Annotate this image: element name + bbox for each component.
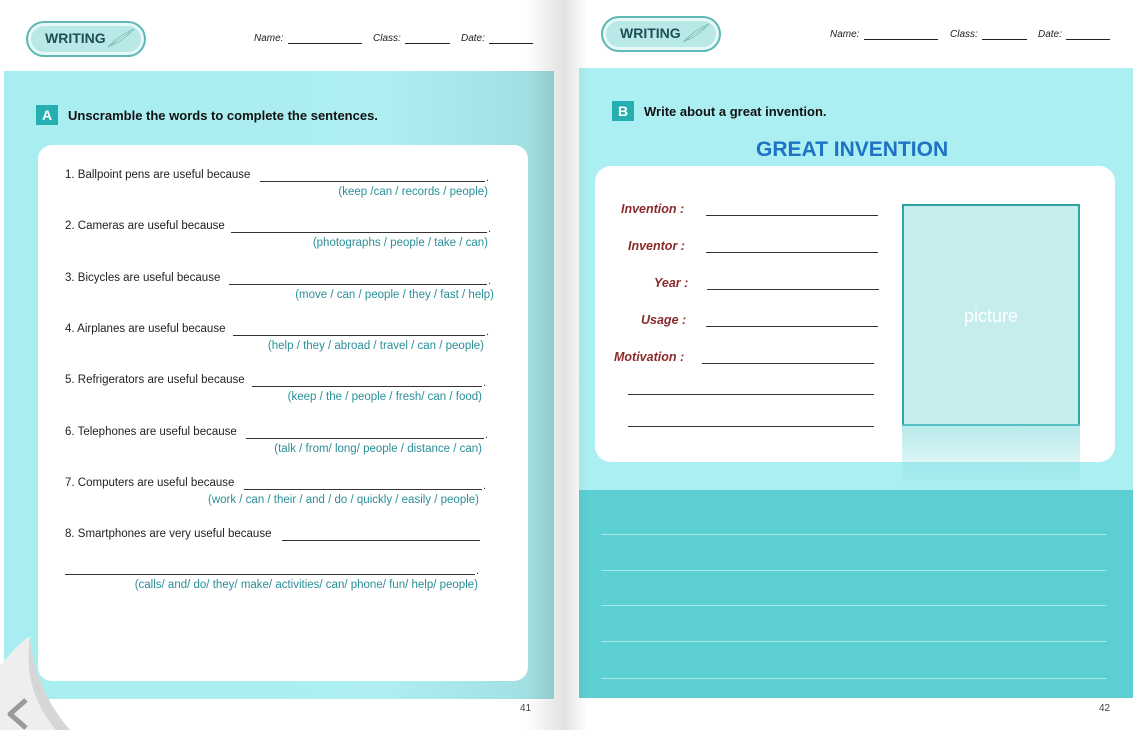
invention-label: Invention : [621,202,685,216]
page-curl-back-icon[interactable] [0,636,70,730]
right-page: WRITING Name: Class: Date: B Write about… [566,0,1138,730]
name-blank-right[interactable] [864,39,938,40]
exercise-a-box: 1. Ballpoint pens are useful because . (… [38,145,528,681]
exercise-b-panel: B Write about a great invention. GREAT I… [579,68,1133,698]
motivation-blank-2[interactable] [628,394,874,395]
section-b-title: Write about a great invention. [644,104,827,119]
hint-8: (calls/ and/ do/ they/ make/ activities/… [134,579,478,591]
hint-2: (photographs / people / take / can) [312,237,488,249]
writing-line-3[interactable] [601,605,1107,606]
date-label: Date: [461,33,485,44]
year-label: Year : [654,276,689,290]
writing-badge-label-right: WRITING [620,25,681,41]
answer-blank-2[interactable] [231,232,487,233]
motivation-blank-3[interactable] [628,426,874,427]
picture-label: picture [963,306,1019,326]
answer-blank-5[interactable] [252,386,482,387]
answer-blank-7[interactable] [244,489,482,490]
section-a-title: Unscramble the words to complete the sen… [68,108,378,123]
writing-line-5[interactable] [601,678,1107,679]
left-page: WRITING Name: Class: Date: A Unscramble … [0,0,566,730]
answer-blank-6[interactable] [246,438,484,439]
answer-blank-1[interactable] [260,181,485,182]
feather-icon [682,23,710,43]
date-label-right: Date: [1038,29,1062,40]
motivation-label: Motivation : [614,350,685,364]
great-invention-title: GREAT INVENTION [756,138,949,161]
class-blank[interactable] [405,43,450,44]
sentence-2: 2. Cameras are useful because [65,220,225,232]
sentence-7: 7. Computers are useful because [65,477,235,489]
invention-info-box: Invention : Inventor : Year : Usage : Mo… [595,166,1115,494]
page-number-left: 41 [520,703,532,714]
hint-7: (work / can / their / and / do / quickly… [207,494,479,506]
inventor-label: Inventor : [628,239,685,253]
feather-icon [107,28,135,48]
name-label: Name: [254,33,284,44]
usage-label: Usage : [641,313,687,327]
writing-area[interactable] [579,490,1133,698]
writing-badge: WRITING [26,21,146,57]
hint-3: (move / can / people / they / fast / hel… [295,289,494,301]
class-blank-right[interactable] [982,39,1027,40]
section-b-badge: B [612,101,634,121]
sentence-3: 3. Bicycles are useful because [65,272,221,284]
hint-6: (talk / from/ long/ people / distance / … [274,443,482,455]
picture-box[interactable]: picture [902,204,1080,426]
writing-badge-right: WRITING [601,16,721,52]
page-number-right: 42 [1099,703,1111,714]
hint-5: (keep / the / people / fresh/ can / food… [287,391,482,403]
sentence-1: 1. Ballpoint pens are useful because [65,169,251,181]
answer-blank-4[interactable] [233,335,485,336]
invention-blank[interactable] [706,215,878,216]
writing-line-2[interactable] [601,570,1107,571]
class-label: Class: [373,33,401,44]
date-blank-right[interactable] [1066,39,1110,40]
sentence-8: 8. Smartphones are very useful because [65,528,272,540]
date-blank[interactable] [489,43,533,44]
name-blank[interactable] [288,43,362,44]
writing-badge-label: WRITING [45,30,106,46]
sentence-4: 4. Airplanes are useful because [65,323,226,335]
sentence-5: 5. Refrigerators are useful because [65,374,245,386]
hint-4: (help / they / abroad / travel / can / p… [267,340,484,352]
class-label-right: Class: [950,29,978,40]
year-blank[interactable] [707,289,879,290]
writing-line-1[interactable] [601,534,1107,535]
exercise-a-panel: A Unscramble the words to complete the s… [4,71,554,699]
motivation-blank-1[interactable] [702,363,874,364]
hint-1: (keep /can / records / people) [338,186,488,198]
usage-blank[interactable] [706,326,878,327]
writing-line-4[interactable] [601,641,1107,642]
answer-blank-3[interactable] [229,284,487,285]
section-a-badge: A [36,105,58,125]
sentence-6: 6. Telephones are useful because [65,426,237,438]
answer-blank-8b[interactable] [65,574,475,575]
answer-blank-8a[interactable] [282,540,480,541]
inventor-blank[interactable] [706,252,878,253]
name-label-right: Name: [830,29,860,40]
